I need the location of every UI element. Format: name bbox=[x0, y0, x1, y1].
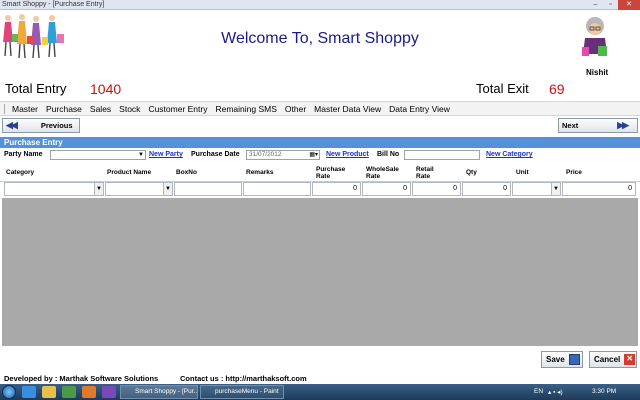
media-player-icon[interactable] bbox=[62, 386, 76, 398]
close-icon: ✕ bbox=[624, 354, 636, 365]
system-tray: EN ▴ ▪ ◂) 3:30 PM bbox=[530, 384, 640, 400]
new-product-link[interactable]: New Product bbox=[326, 151, 369, 158]
qty-input[interactable]: 0 bbox=[462, 182, 511, 196]
previous-arrows-icon: ◀◀ bbox=[6, 120, 18, 130]
ie-icon[interactable] bbox=[22, 386, 36, 398]
boxno-input[interactable] bbox=[174, 182, 242, 196]
retail-rate-input[interactable]: 0 bbox=[412, 182, 461, 196]
menu-stock[interactable]: Stock bbox=[115, 104, 144, 114]
next-arrows-icon: ▶▶ bbox=[617, 120, 629, 130]
party-name-select[interactable]: ▼ bbox=[50, 150, 146, 160]
unit-select[interactable]: ▼ bbox=[512, 182, 561, 196]
category-select[interactable]: ▼ bbox=[4, 182, 104, 196]
menu-remaining-sms[interactable]: Remaining SMS bbox=[211, 104, 280, 114]
window-controls: – ▫ ✕ bbox=[588, 0, 640, 10]
language-indicator[interactable]: EN bbox=[534, 388, 543, 395]
menu-master-data-view[interactable]: Master Data View bbox=[310, 104, 385, 114]
new-party-link[interactable]: New Party bbox=[149, 151, 183, 158]
total-entry-label: Total Entry bbox=[5, 81, 67, 96]
table-row: ▼ ▼ 0 0 0 0 ▼ 0 bbox=[0, 182, 640, 197]
app-footer: Developed by : Marthak Software Solution… bbox=[0, 373, 640, 383]
product-name-select[interactable]: ▼ bbox=[105, 182, 173, 196]
party-name-label: Party Name bbox=[4, 151, 43, 158]
next-button[interactable]: Next ▶▶ bbox=[558, 118, 638, 133]
chevron-down-icon: ▼ bbox=[551, 183, 560, 195]
col-qty: Qty bbox=[466, 169, 477, 176]
col-wholesale-rate: WholeSale Rate bbox=[366, 166, 399, 180]
total-exit-label: Total Exit bbox=[476, 81, 529, 96]
start-button[interactable] bbox=[2, 385, 16, 399]
cancel-button[interactable]: Cancel ✕ bbox=[589, 351, 637, 368]
developer-credit: Developed by : Marthak Software Solution… bbox=[4, 374, 159, 383]
col-boxno: BoxNo bbox=[176, 169, 197, 176]
previous-button[interactable]: ◀◀ Previous bbox=[2, 118, 80, 133]
purchase-date-value: 31/07/2012 bbox=[249, 151, 282, 158]
menu-sales[interactable]: Sales bbox=[86, 104, 115, 114]
section-title: Purchase Entry bbox=[0, 137, 640, 148]
clock[interactable]: 3:30 PM bbox=[592, 388, 616, 395]
save-label: Save bbox=[546, 355, 565, 364]
app-icon[interactable] bbox=[102, 386, 116, 398]
col-product-name: Product Name bbox=[107, 169, 152, 176]
user-avatar-icon bbox=[582, 17, 607, 56]
price-input[interactable]: 0 bbox=[562, 182, 636, 196]
menu-master[interactable]: Master bbox=[8, 104, 42, 114]
calendar-dropdown-icon: ▦▾ bbox=[309, 152, 318, 158]
windows-taskbar: Smart Shoppy - [Pur... purchaseMenu - Pa… bbox=[0, 384, 640, 400]
cancel-label: Cancel bbox=[594, 355, 621, 364]
col-unit: Unit bbox=[516, 169, 529, 176]
folder-icon[interactable] bbox=[42, 386, 56, 398]
col-retail-rate: Retail Rate bbox=[416, 166, 434, 180]
menu-purchase[interactable]: Purchase bbox=[42, 104, 86, 114]
menu-other[interactable]: Other bbox=[281, 104, 310, 114]
floppy-disk-icon bbox=[568, 354, 580, 365]
menu-grip bbox=[4, 103, 5, 114]
firefox-icon[interactable] bbox=[82, 386, 96, 398]
chevron-down-icon: ▼ bbox=[163, 183, 172, 195]
col-category: Category bbox=[6, 169, 35, 176]
remarks-input[interactable] bbox=[243, 182, 311, 196]
main-menubar: Master Purchase Sales Stock Customer Ent… bbox=[0, 101, 640, 116]
action-bar: Save Cancel ✕ bbox=[0, 349, 640, 371]
record-navigation: ◀◀ Previous Next ▶▶ bbox=[0, 117, 640, 135]
tray-icons[interactable]: ▴ ▪ ◂) bbox=[548, 388, 563, 396]
purchase-form-row: Party Name ▼ New Party Purchase Date 31/… bbox=[0, 149, 640, 162]
col-purchase-rate: Purchase Rate bbox=[316, 166, 346, 180]
purchase-date-picker[interactable]: 31/07/2012 ▦▾ bbox=[246, 150, 320, 160]
grid-header: Category Product Name BoxNo Remarks Purc… bbox=[0, 164, 640, 182]
minimize-button[interactable]: – bbox=[588, 0, 603, 10]
menu-customer-entry[interactable]: Customer Entry bbox=[144, 104, 211, 114]
wholesale-rate-input[interactable]: 0 bbox=[362, 182, 411, 196]
chevron-down-icon: ▼ bbox=[94, 183, 103, 195]
previous-label: Previous bbox=[40, 121, 73, 130]
taskbar-item-paint[interactable]: purchaseMenu - Paint bbox=[200, 385, 284, 399]
col-remarks: Remarks bbox=[246, 169, 274, 176]
taskbar-item-smart-shoppy[interactable]: Smart Shoppy - [Pur... bbox=[120, 385, 198, 399]
purchase-grid: Category Product Name BoxNo Remarks Purc… bbox=[0, 164, 640, 197]
entries-list-area[interactable] bbox=[2, 198, 638, 346]
bill-no-label: Bill No bbox=[377, 151, 400, 158]
next-label: Next bbox=[562, 121, 579, 130]
new-category-link[interactable]: New Category bbox=[486, 151, 533, 158]
maximize-button[interactable]: ▫ bbox=[603, 0, 618, 10]
window-titlebar: Smart Shoppy - [Purchase Entry] – ▫ ✕ bbox=[0, 0, 640, 10]
username-label: Nishit bbox=[586, 68, 609, 77]
purchase-date-label: Purchase Date bbox=[191, 151, 240, 158]
bill-no-input[interactable] bbox=[404, 150, 480, 160]
stats-bar: Total Entry 1040 Total Exit 69 bbox=[0, 78, 640, 100]
total-exit-value: 69 bbox=[549, 81, 565, 97]
purchase-rate-input[interactable]: 0 bbox=[312, 182, 361, 196]
app-header: Welcome To, Smart Shoppy Nishit bbox=[0, 10, 640, 78]
chevron-down-icon: ▼ bbox=[138, 152, 144, 158]
close-button[interactable]: ✕ bbox=[618, 0, 640, 10]
col-price: Price bbox=[566, 169, 582, 176]
welcome-heading: Welcome To, Smart Shoppy bbox=[221, 30, 419, 47]
window-title: Smart Shoppy - [Purchase Entry] bbox=[2, 1, 105, 8]
contact-info: Contact us : http://marthaksoft.com bbox=[180, 374, 307, 383]
total-entry-value: 1040 bbox=[90, 81, 122, 97]
save-button[interactable]: Save bbox=[541, 351, 583, 368]
menu-data-entry-view[interactable]: Data Entry View bbox=[385, 104, 454, 114]
